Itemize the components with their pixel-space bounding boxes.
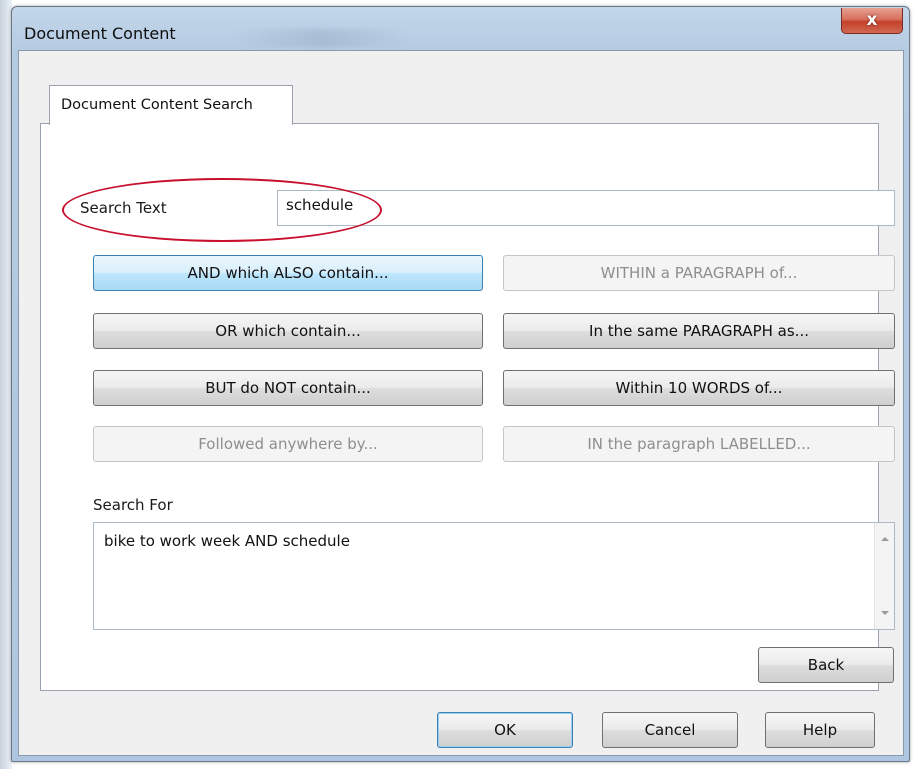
ok-button[interactable]: OK [437,712,573,748]
search-text-input[interactable] [277,190,895,226]
within-words-button[interactable]: Within 10 WORDS of... [503,370,895,406]
same-paragraph-button[interactable]: In the same PARAGRAPH as... [503,313,895,349]
dialog-client-area: Document Content Search Search Text AND … [18,50,904,756]
back-button[interactable]: Back [758,647,894,683]
blurred-background-text [237,29,407,47]
close-icon: x [866,10,878,30]
search-for-label: Search For [93,496,173,514]
search-tab-panel: Search Text AND which ALSO contain... WI… [40,123,895,691]
tab-label: Document Content Search [61,97,253,113]
followed-by-button[interactable]: Followed anywhere by... [93,426,483,462]
help-button[interactable]: Help [765,712,875,748]
document-content-dialog: Document Content x Document Content Sear… [11,6,910,762]
in-labelled-paragraph-button[interactable]: IN the paragraph LABELLED... [503,426,895,462]
but-not-contain-button[interactable]: BUT do NOT contain... [93,370,483,406]
search-text-label: Search Text [80,199,167,217]
tab-document-content-search[interactable]: Document Content Search [49,85,293,125]
scroll-up-icon[interactable] [881,537,889,541]
scroll-down-icon[interactable] [881,611,889,615]
cancel-button[interactable]: Cancel [602,712,738,748]
textarea-scrollbar[interactable] [874,523,894,629]
search-for-textarea[interactable]: bike to work week AND schedule [93,522,895,630]
and-also-contain-button[interactable]: AND which ALSO contain... [93,255,483,291]
within-paragraph-button[interactable]: WITHIN a PARAGRAPH of... [503,255,895,291]
search-for-value: bike to work week AND schedule [104,532,350,550]
window-title: Document Content [24,24,176,43]
or-contain-button[interactable]: OR which contain... [93,313,483,349]
close-button[interactable]: x [841,8,903,34]
